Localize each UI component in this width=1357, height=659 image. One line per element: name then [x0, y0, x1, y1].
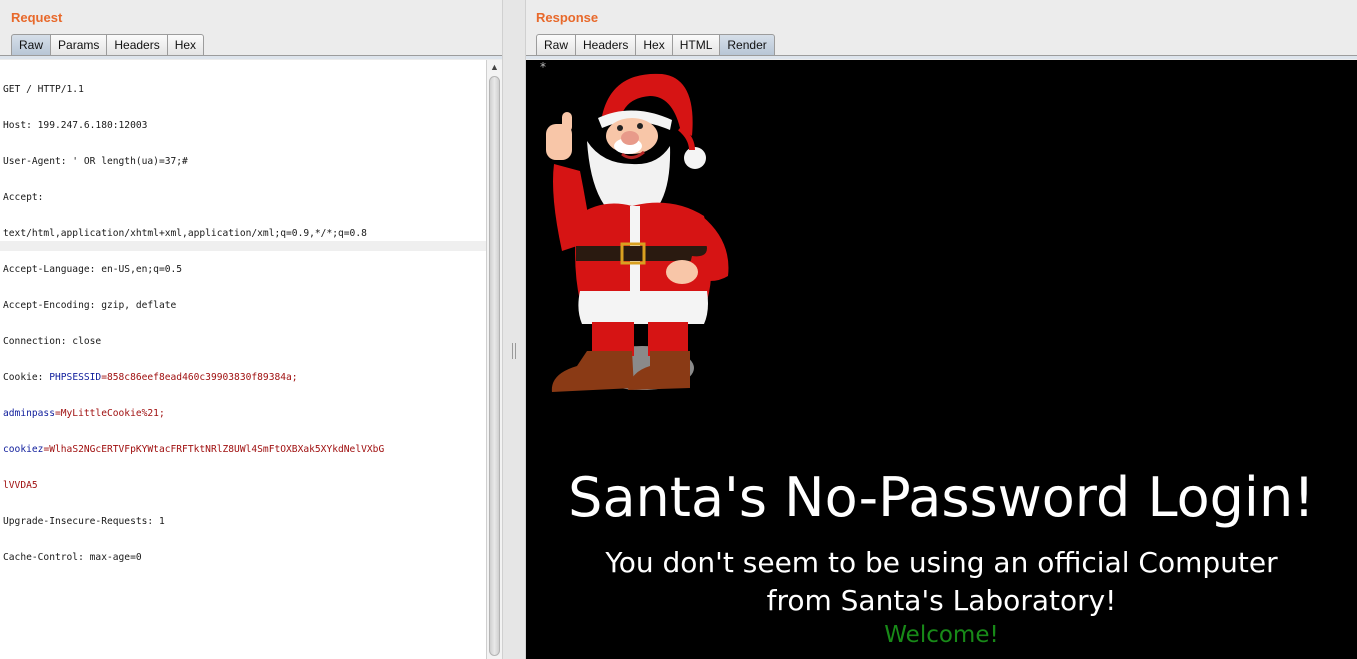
request-line: Accept-Encoding: gzip, deflate [3, 300, 177, 311]
request-line: Accept-Language: en-US,en;q=0.5 [3, 264, 183, 275]
request-line: text/html,application/xhtml+xml,applicat… [3, 228, 367, 239]
tab-request-raw[interactable]: Raw [11, 34, 52, 56]
response-tabs: Raw Headers Hex HTML Render [536, 34, 775, 56]
tab-request-headers[interactable]: Headers [107, 34, 168, 56]
request-editor[interactable]: GET / HTTP/1.1 Host: 199.247.6.180:12003… [0, 60, 486, 659]
scrollbar-thumb[interactable] [489, 76, 500, 656]
cookie-key: PHPSESSID [49, 372, 102, 383]
cookie-value: =WlhaS2NGcERTVFpKYWtacFRFTktNRlZ8UWl4SmF… [43, 444, 385, 455]
split-pane-divider[interactable] [502, 0, 526, 659]
tab-response-html[interactable]: HTML [672, 34, 721, 56]
tab-response-raw[interactable]: Raw [536, 34, 577, 56]
rendered-page: * Santa's No-Password Login! You don't s… [526, 60, 1357, 659]
tab-request-hex[interactable]: Hex [167, 34, 205, 56]
request-scrollbar[interactable]: ▲ [486, 60, 502, 659]
scroll-up-arrow-icon[interactable]: ▲ [487, 62, 502, 74]
request-pane: Request Raw Params Headers Hex GET / HTT… [0, 0, 502, 659]
tab-response-hex[interactable]: Hex [636, 34, 673, 56]
welcome-text: Welcome! [884, 622, 999, 648]
request-line-cookie: cookiez=WlhaS2NGcERTVFpKYWtacFRFTktNRlZ8… [3, 444, 486, 456]
santa-image [546, 73, 729, 392]
request-line: Connection: close [3, 336, 102, 347]
cookie-key: cookiez [3, 444, 44, 455]
request-line: Host: 199.247.6.180:12003 [3, 120, 148, 131]
request-line: GET / HTTP/1.1 [3, 84, 84, 95]
response-title: Response [536, 10, 599, 25]
tab-response-headers[interactable]: Headers [576, 34, 637, 56]
request-tabs: Raw Params Headers Hex [11, 34, 205, 56]
tab-request-params[interactable]: Params [51, 34, 108, 56]
tab-underline [0, 55, 502, 59]
editor-empty-line [0, 241, 486, 251]
cookie-value: lVVDA5 [3, 480, 38, 491]
request-line: User-Agent: ' OR length(ua)=37;# [3, 156, 188, 167]
cookie-key: adminpass [3, 408, 55, 419]
request-line-cookie: Cookie: PHPSESSID=858c86eef8ead460c39903… [3, 372, 298, 383]
request-line-cookie: adminpass=MyLittleCookie%21; [3, 408, 486, 420]
cookie-value: =858c86eef8ead460c39903830f89384a; [101, 372, 298, 383]
cookie-value: =MyLittleCookie%21; [54, 408, 165, 419]
tab-response-render[interactable]: Render [720, 34, 775, 56]
page-heading: Santa's No-Password Login! [568, 466, 1315, 529]
response-pane: Response Raw Headers Hex HTML Render * S… [526, 0, 1357, 659]
request-line: Upgrade-Insecure-Requests: 1 [3, 516, 165, 527]
divider-grip-icon[interactable] [512, 343, 516, 359]
request-line: Accept: [3, 192, 44, 203]
request-line-cookie: lVVDA5 [3, 480, 486, 492]
request-title: Request [11, 10, 63, 25]
tab-underline [526, 55, 1357, 59]
page-message: You don't seem to be using an official C… [605, 546, 1278, 617]
request-line: Cache-Control: max-age=0 [3, 552, 142, 563]
